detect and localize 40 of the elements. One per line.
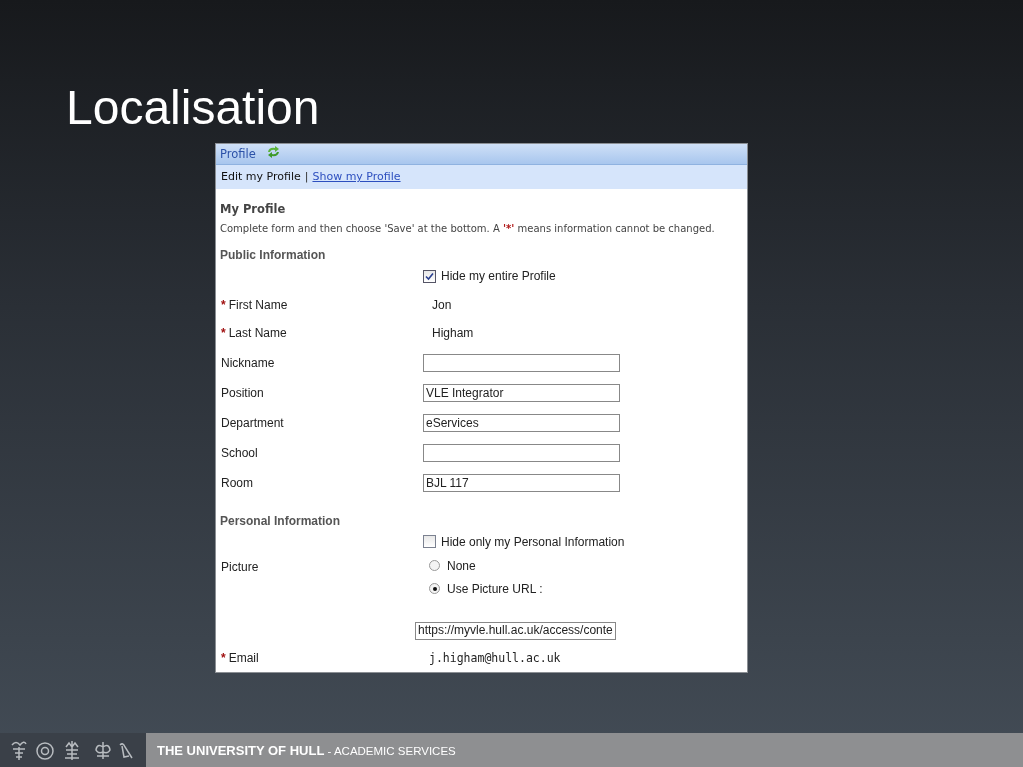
required-mark: * [221,651,226,666]
field-label: Last Name [228,326,287,341]
field-label: Position [221,385,264,400]
panel-title: Profile [220,146,256,161]
field-label: First Name [228,297,288,312]
section-heading: Public Information [220,247,327,262]
footer-text: THE UNIVERSITY OF HULL - ACADEMIC SERVICES [157,742,456,758]
section-heading: Personal Information [220,513,342,528]
separator: | [304,170,309,184]
refresh-icon[interactable] [265,145,281,158]
checkbox-label: Hide my entire Profile [441,269,556,284]
current-page-label: Edit my Profile [221,170,301,184]
show-profile-link[interactable]: Show my Profile [312,170,401,184]
field-value: j.higham@hull.ac.uk [428,650,562,668]
field-value: Higham [431,325,475,343]
checkbox[interactable] [423,535,436,549]
instructions-text: Complete form and then choose 'Save' at the bottom. A '*' means information cannot be changed. [220,222,716,234]
field-label: School [221,445,258,460]
radio-button[interactable] [429,583,440,595]
radio-button[interactable] [429,560,440,572]
input-field[interactable] [423,353,620,372]
input-field[interactable]: eServices [423,413,620,432]
field-label: Picture [221,560,259,575]
required-mark: * [221,326,226,341]
required-mark: * [221,297,226,312]
input-field[interactable]: VLE Integrator [423,383,620,402]
input-field[interactable]: BJL 117 [423,473,620,492]
radio-label: Use Picture URL : [447,581,543,596]
field-label: Room [221,475,253,490]
field-label: Email [228,651,259,666]
checkbox[interactable] [423,269,436,283]
slide-title: Localisation [66,82,320,135]
field-value: Jon [431,296,453,314]
field-label: Department [221,415,284,430]
section-heading: My Profile [220,201,287,216]
input-field[interactable] [423,443,620,462]
checkbox-label: Hide only my Personal Information [441,534,625,549]
url-input-field[interactable]: https://myvle.hull.ac.uk/access/conte [415,622,616,641]
field-label: Nickname [221,355,275,370]
radio-label: None [447,558,476,573]
